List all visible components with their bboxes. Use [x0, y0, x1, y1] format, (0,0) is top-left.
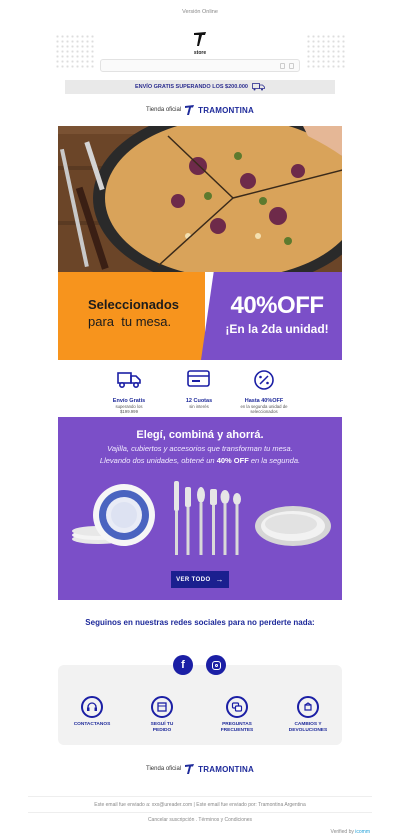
social-title: Seguinos en nuestras redes sociales para… — [85, 618, 315, 627]
truck-small-icon — [252, 83, 265, 91]
plates-illustration — [72, 484, 155, 546]
official-label: Tienda oficial — [146, 107, 182, 113]
email-page: Versión Online store ENVÍO GRATIS SUPERA… — [0, 0, 400, 838]
benefit-installments: 12 Cuotas sin interés — [164, 369, 234, 409]
help-contact[interactable]: CONTACTANOS — [62, 696, 122, 728]
tray-illustration — [255, 506, 331, 546]
benefit-discount: Hasta 40%OFF en la segunda unidad de sel… — [229, 369, 299, 414]
collection-line1: Vajilla, cubiertos y accesorios que tran… — [107, 444, 293, 453]
verified-by: Verified by icomm — [331, 829, 370, 835]
help-returns[interactable]: CAMBIOS Y DEVOLUCIONES — [278, 696, 338, 734]
help-label: SEGUÍ TU PEDIDO — [150, 722, 174, 733]
pizza-illustration — [58, 126, 342, 272]
footer-email-line: Este email fue enviado a: xxx@ureader.co… — [94, 802, 306, 808]
promo-left-panel: Seleccionados para tu mesa. — [58, 272, 205, 360]
view-all-label: VER TODO — [176, 576, 211, 583]
brand-name: TRAMONTINA — [198, 764, 254, 774]
verified-brand[interactable]: icomm — [355, 829, 370, 835]
line2-post: en la segunda. — [248, 456, 301, 465]
version-online-link[interactable]: Versión Online — [0, 9, 400, 15]
decor-dots-right — [306, 34, 346, 70]
footer-divider-2 — [28, 812, 372, 813]
tramontina-t-icon — [185, 764, 195, 774]
decor-dots-left — [55, 34, 95, 70]
benefit-sub: en la segunda unidad de seleccionados — [240, 404, 288, 415]
verified-label: Verified by — [330, 829, 354, 835]
faq-icon — [226, 696, 248, 718]
benefit-sub: sin interés — [189, 404, 209, 409]
facebook-icon[interactable]: f — [173, 655, 193, 675]
footer-brand[interactable]: Tienda oficial TRAMONTINA — [0, 764, 400, 774]
official-label: Tienda oficial — [146, 766, 182, 772]
shipping-text: ENVÍO GRATIS SUPERANDO LOS $200.000 — [135, 84, 248, 90]
cutlery-illustration — [174, 481, 241, 555]
benefit-sub: superando los $199.999 — [115, 404, 143, 415]
help-label: PREGUNTAS FRECUENTES — [220, 722, 254, 733]
help-tracking[interactable]: SEGUÍ TU PEDIDO — [132, 696, 192, 734]
promo-left-line2: para tu mesa. — [88, 314, 172, 329]
store-logo[interactable]: store — [188, 31, 212, 56]
cart-icon — [289, 63, 294, 69]
tramontina-t-icon — [185, 105, 195, 115]
view-all-button[interactable]: VER TODO → — [171, 571, 229, 588]
arrow-right-icon: → — [215, 575, 224, 584]
help-label: CAMBIOS Y DEVOLUCIONES — [288, 722, 328, 733]
truck-icon — [117, 372, 141, 389]
card-icon — [187, 370, 210, 387]
percent-icon — [254, 370, 274, 390]
line2-bold: 40% OFF — [216, 456, 249, 465]
promo-right-panel: 40%OFF ¡En la 2da unidad! — [201, 272, 342, 360]
official-store-header[interactable]: Tienda oficial TRAMONTINA — [0, 105, 400, 115]
logo-text: store — [193, 50, 207, 56]
search-bar[interactable] — [100, 59, 300, 72]
search-icon — [280, 63, 285, 69]
collection-title: Elegí, combiná y ahorrá. — [136, 429, 264, 441]
headset-icon — [81, 696, 103, 718]
brand-name: TRAMONTINA — [198, 105, 254, 115]
help-label: CONTACTANOS — [73, 722, 111, 727]
line2-pre: Llevando dos unidades, obtené un — [99, 456, 217, 465]
footer-unsubscribe[interactable]: Cancelar suscripción . Términos y Condic… — [0, 817, 400, 823]
help-faq[interactable]: PREGUNTAS FRECUENTES — [207, 696, 267, 734]
instagram-icon[interactable] — [206, 655, 226, 675]
benefit-free-shipping: Envío Gratis superando los $199.999 — [94, 369, 164, 414]
promo-discount: 40%OFF — [230, 292, 324, 319]
promo-left-line1: Seleccionados — [88, 297, 180, 312]
t-logo-icon — [194, 32, 206, 46]
promo-discount-sub: ¡En la 2da unidad! — [225, 322, 329, 336]
returns-icon — [297, 696, 319, 718]
free-shipping-bar: ENVÍO GRATIS SUPERANDO LOS $200.000 — [65, 80, 335, 94]
footer-divider — [28, 796, 372, 797]
hero-pizza-image[interactable] — [58, 126, 342, 272]
collection-line2: Llevando dos unidades, obtené un 40% OFF… — [58, 456, 342, 465]
tracking-icon — [151, 696, 173, 718]
